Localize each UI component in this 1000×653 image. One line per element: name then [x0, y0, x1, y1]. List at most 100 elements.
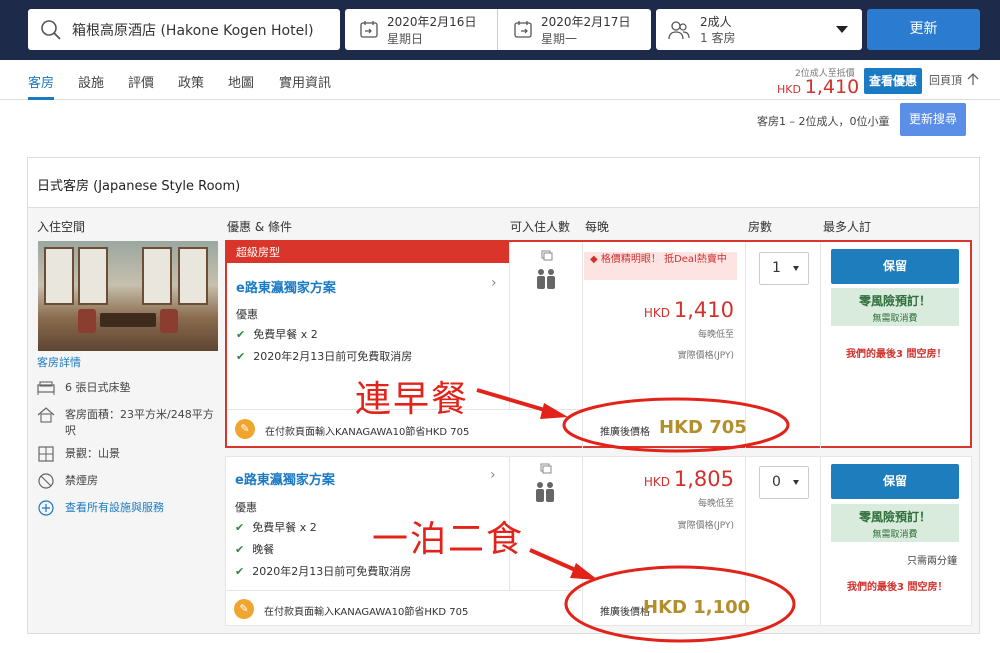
photo-detail: [78, 247, 108, 305]
divider: [820, 242, 821, 448]
no-risk-title: 零風險預訂！: [858, 510, 931, 524]
photo-detail: [44, 247, 74, 305]
top-search-bar: 箱根高原酒店 (Hakone Kogen Hotel) 2020年2月16日 星…: [0, 0, 1000, 60]
deal-tag: ◆ 格價精明眼！ 抵Deal熱賣中: [584, 252, 737, 280]
promo-code-text: 在付款頁面輸入KANAGAWA10節省HKD 705: [265, 427, 470, 438]
date-separator: [497, 9, 498, 50]
destination-search-field[interactable]: 箱根高原酒店 (Hakone Kogen Hotel): [28, 9, 340, 50]
super-room-badge: 超級房型: [227, 242, 509, 263]
room-details-link[interactable]: 客房詳情: [37, 354, 81, 370]
two-persons-icon: [537, 269, 555, 289]
check-icon: ✔: [235, 565, 245, 578]
check-icon: ✔: [236, 328, 246, 341]
checkout-day-text: 星期一: [541, 32, 578, 46]
divider: [820, 457, 821, 625]
reserve-button[interactable]: 保留: [831, 249, 959, 284]
checkin-date-text: 2020年2月16日: [387, 15, 477, 29]
perk-text: 2020年2月13日前可免費取消房: [253, 350, 413, 363]
tab-reviews[interactable]: 評價: [128, 72, 154, 91]
tab-map[interactable]: 地圖: [228, 72, 254, 91]
coupon-icon: ✎: [235, 419, 255, 439]
after-discount-price: HKD 1,100: [643, 597, 751, 618]
perks-heading: 優惠: [236, 308, 258, 321]
search-icon: [41, 20, 61, 40]
room-quantity-select[interactable]: 1: [759, 252, 809, 285]
perk-item: ✔ 晚餐: [235, 541, 274, 557]
coupon-icon: ✎: [234, 599, 254, 619]
plan-name-link[interactable]: e路東瀛獨家方案: [236, 277, 336, 296]
divider: [509, 242, 510, 409]
column-header-rooms: 房數: [748, 220, 773, 234]
actual-price-link[interactable]: 實際價格(JPY): [584, 518, 734, 531]
house-icon: [37, 407, 55, 423]
perk-item: ✔ 免費早餐 x 2: [236, 326, 318, 342]
copy-icon: [540, 463, 552, 474]
back-to-top-label: 回頁頂: [929, 74, 962, 87]
room-title: 日式客房 (Japanese Style Room): [37, 179, 241, 194]
after-discount-price: HKD 705: [659, 417, 747, 438]
tab-rooms[interactable]: 客房: [28, 72, 54, 91]
deal-tag-text: 格價精明眼！ 抵Deal熱賣中: [600, 254, 727, 265]
perk-item: ✔ 2020年2月13日前可免費取消房: [235, 563, 411, 579]
room-photo[interactable]: [38, 241, 218, 351]
feature-label: 禁煙房: [65, 474, 98, 487]
price-amount: 1,410: [673, 298, 734, 322]
back-to-top-link[interactable]: 回頁頂: [929, 72, 980, 88]
tab-useful-info[interactable]: 實用資訊: [279, 72, 331, 91]
last-rooms-alert: 我們的最後3 間空房！: [846, 349, 947, 360]
two-persons-icon: [536, 482, 554, 502]
booking-time-note: 只需兩分鐘: [907, 556, 957, 567]
divider: [582, 457, 583, 625]
tag-icon: ◆: [590, 254, 598, 265]
per-night-note: 每晚低至: [697, 499, 734, 509]
guests-icon: [668, 21, 690, 40]
price-currency: HKD: [643, 475, 671, 489]
bed-icon: [37, 381, 55, 395]
after-discount-label: 推廣後價格: [600, 427, 650, 438]
window-icon: [38, 446, 54, 462]
tab-facilities[interactable]: 設施: [78, 72, 104, 91]
update-search-button[interactable]: 更新搜尋: [900, 103, 966, 136]
photo-detail: [160, 309, 178, 333]
date-picker[interactable]: 2020年2月16日 星期日 2020年2月17日 星期一: [345, 9, 651, 50]
per-night-note: 每晚低至: [697, 330, 734, 340]
last-rooms-alert: 我們的最後3 間空房！: [847, 582, 948, 593]
update-button[interactable]: 更新: [867, 9, 980, 50]
column-header-most-booked: 最多人訂: [823, 220, 872, 234]
perk-text: 晚餐: [252, 543, 275, 556]
perk-text: 免費早餐 x 2: [253, 328, 318, 341]
perk-text: 2020年2月13日前可免費取消房: [252, 565, 412, 578]
feature-label: 6 張日式床墊: [65, 381, 131, 394]
quantity-value: 0: [772, 474, 781, 490]
perks-heading: 優惠: [235, 501, 257, 514]
chevron-right-icon[interactable]: ›: [491, 275, 497, 291]
room-title-bar: 日式客房 (Japanese Style Room): [28, 158, 979, 208]
no-risk-booking: 零風險預訂！ 無需取消費: [831, 504, 959, 542]
divider: [582, 242, 583, 448]
tab-policies[interactable]: 政策: [178, 72, 204, 91]
destination-value: 箱根高原酒店 (Hakone Kogen Hotel): [72, 23, 314, 39]
offer-card: 超級房型 e路東瀛獨家方案 › 優惠 ✔ 免費早餐 x 2 ✔ 2020年2月13日…: [225, 240, 972, 448]
lowest-price: HKD 1,410: [777, 76, 859, 98]
price-amount: 1,805: [673, 467, 734, 491]
column-header-per-night: 每晚: [585, 220, 610, 234]
chevron-right-icon[interactable]: ›: [490, 467, 496, 483]
rooms-count: 1 客房: [700, 31, 736, 45]
column-header-offers: 優惠 & 條件: [227, 220, 292, 234]
all-facilities-label: 查看所有設施與服務: [65, 501, 164, 514]
actual-price-link[interactable]: 實際價格(JPY): [584, 348, 734, 361]
reserve-button[interactable]: 保留: [831, 464, 959, 499]
no-risk-booking: 零風險預訂！ 無需取消費: [831, 288, 959, 326]
view-deal-button[interactable]: 查看優惠: [864, 68, 922, 94]
plus-circle-icon: [38, 500, 54, 516]
guests-selector[interactable]: 2成人 1 客房: [656, 9, 862, 50]
adults-count: 2成人: [700, 15, 732, 29]
room-quantity-select[interactable]: 0: [759, 466, 809, 499]
perk-text: 免費早餐 x 2: [252, 521, 317, 534]
lowest-price-currency: HKD: [777, 83, 801, 96]
calendar-checkin-icon: [360, 21, 378, 38]
plan-name-link[interactable]: e路東瀛獨家方案: [235, 469, 335, 488]
section-nav: 客房 設施 評價 政策 地圖 實用資訊 2位成人至抵價 HKD 1,410 查看…: [0, 60, 1000, 100]
calendar-checkout-icon: [514, 21, 532, 38]
feature-label: 客房面積：23平方米/248平方呎: [65, 408, 214, 437]
